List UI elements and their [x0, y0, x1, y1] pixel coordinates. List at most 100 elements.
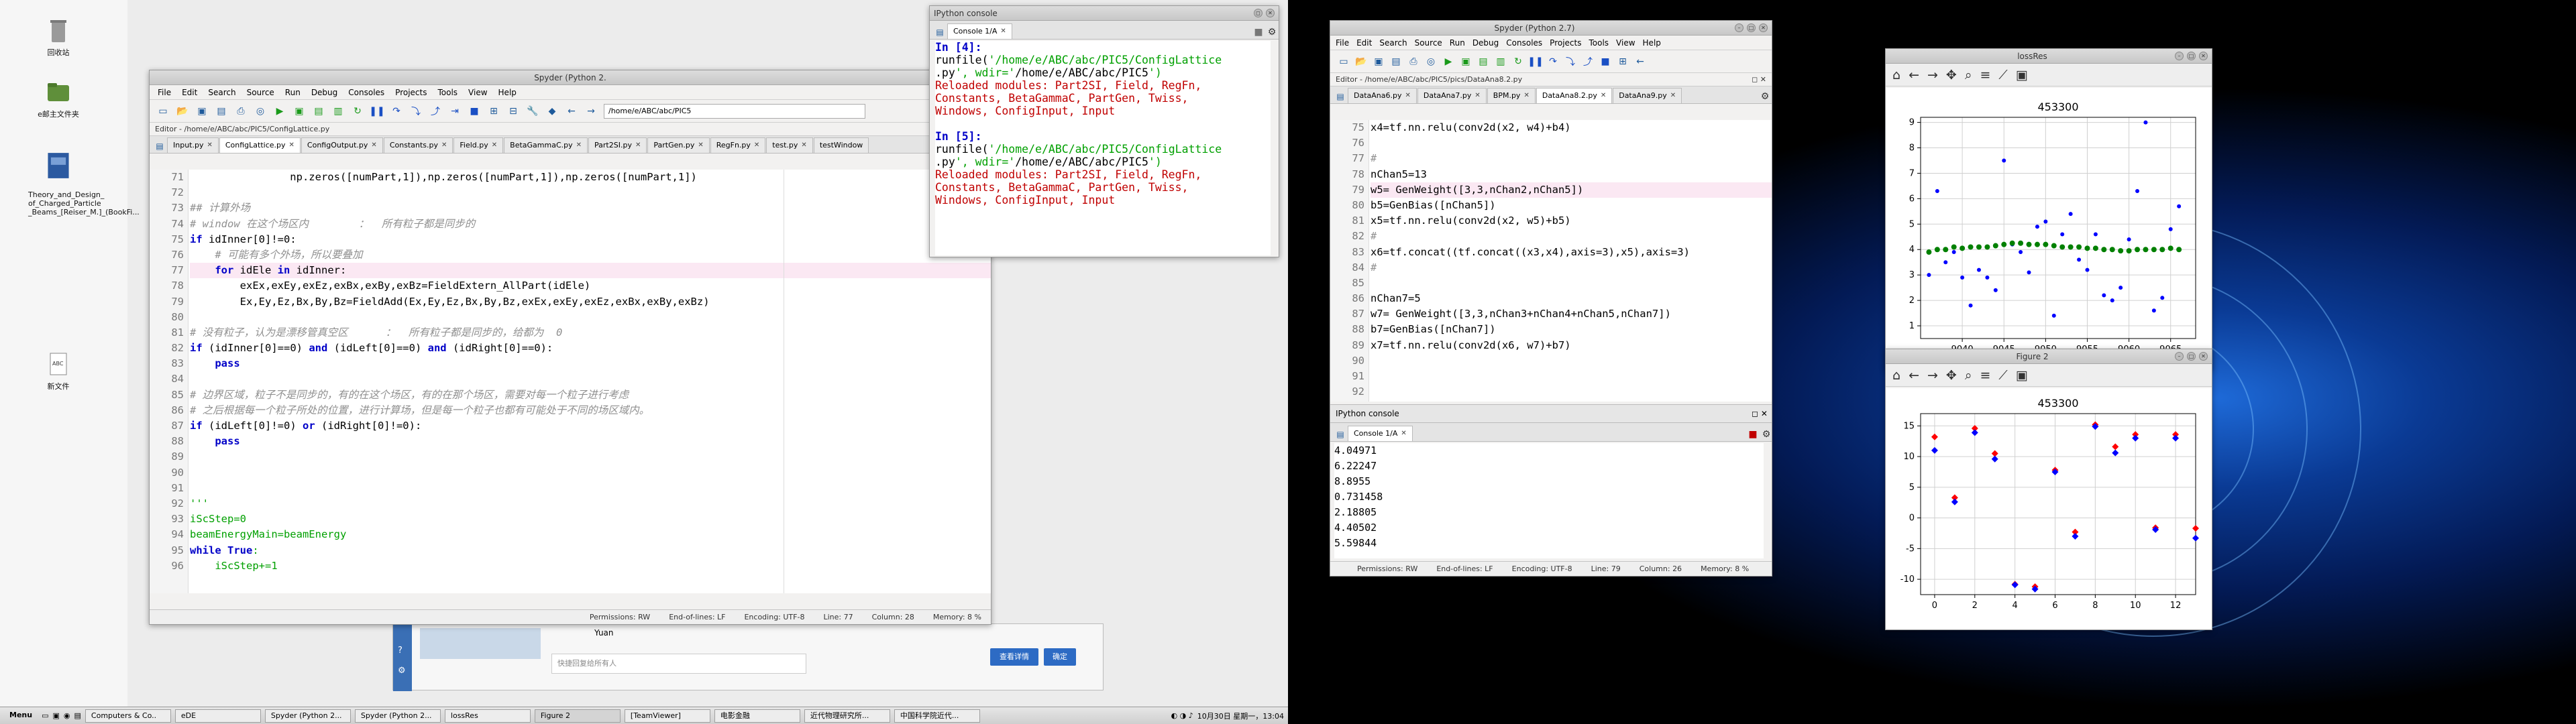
tools-icon[interactable]: 🔧 — [526, 105, 539, 118]
menu-help[interactable]: Help — [498, 88, 517, 97]
view-details-button[interactable]: 查看详情 — [990, 648, 1038, 666]
menu-consoles[interactable]: Consoles — [348, 88, 384, 97]
maximize-icon[interactable]: □ — [1747, 23, 1756, 32]
close-icon[interactable]: ✕ — [801, 138, 806, 153]
tab-configlattice[interactable]: ConfigLattice.py ✕ — [219, 137, 301, 153]
menu-view[interactable]: View — [1616, 38, 1635, 48]
close-icon[interactable]: ✕ — [289, 138, 294, 153]
browser-icon[interactable]: ◉ — [64, 711, 70, 720]
menu-tools[interactable]: Tools — [437, 88, 458, 97]
task-teamviewer[interactable]: [TeamViewer] — [624, 709, 710, 723]
tab-dataana6[interactable]: DataAna6.py ✕ — [1348, 88, 1417, 103]
tab-test[interactable]: test.py ✕ — [766, 137, 813, 153]
close-icon[interactable]: ✕ — [1759, 23, 1768, 32]
tray-icons[interactable]: ◐ ◑ ♪ — [1171, 711, 1193, 720]
run-icon[interactable]: ▶ — [273, 105, 286, 118]
task-browser-1[interactable]: 近代物理研究所... — [804, 709, 890, 723]
maximize-icon[interactable]: □ — [2187, 52, 2196, 60]
task-ede[interactable]: eDE — [174, 709, 261, 723]
browse-tabs-icon[interactable]: ▤ — [1333, 90, 1348, 103]
new-file-icon[interactable]: ▭ — [1337, 55, 1350, 68]
pan-icon[interactable]: ✥ — [1946, 68, 1957, 82]
rerun-icon[interactable]: ↻ — [351, 105, 364, 118]
title-bar[interactable]: Spyder (Python 2.7) – □ ✕ — [1330, 21, 1772, 36]
save-figure-icon[interactable]: ▣ — [2016, 368, 2028, 383]
menu-debug[interactable]: Debug — [311, 88, 337, 97]
task-browser-2[interactable]: 中国科学院近代... — [894, 709, 980, 723]
close-icon[interactable]: ✕ — [1000, 24, 1006, 39]
desktop-icon-home-folder[interactable]: e邮主文件夹 — [28, 71, 89, 119]
step-return-icon[interactable]: ⤴ — [429, 105, 442, 118]
tab-console-1a[interactable]: Console 1/A ✕ — [1348, 426, 1413, 441]
help-icon[interactable]: ? — [398, 646, 402, 656]
close-icon[interactable]: ✕ — [441, 138, 447, 153]
tab-bpm[interactable]: BPM.py ✕ — [1487, 88, 1536, 103]
stop-kernel-icon[interactable]: ■ — [1746, 428, 1760, 441]
task-lossres[interactable]: lossRes — [444, 709, 531, 723]
preferences-icon[interactable]: ◎ — [1424, 55, 1438, 68]
task-chat[interactable]: 电影金融 — [714, 709, 800, 723]
chart-lossres[interactable]: 453300904090459050905590609065123456789 — [1886, 88, 2212, 369]
options-gear-icon[interactable]: ⚙ — [1760, 428, 1772, 441]
show-desktop-icon[interactable]: ▭ — [42, 711, 48, 720]
tab-regfn[interactable]: RegFn.py ✕ — [710, 137, 766, 153]
tab-partgen[interactable]: PartGen.py ✕ — [647, 137, 710, 153]
pan-icon[interactable]: ✥ — [1946, 368, 1957, 383]
tab-constants[interactable]: Constants.py ✕ — [383, 137, 453, 153]
menu-projects[interactable]: Projects — [395, 88, 427, 97]
menu-consoles[interactable]: Consoles — [1506, 38, 1542, 48]
stop-debug-icon[interactable]: ■ — [1599, 55, 1612, 68]
options-gear-icon[interactable]: ⚙ — [1758, 90, 1772, 103]
task-figure2[interactable]: Figure 2 — [534, 709, 621, 723]
back-arrow-icon[interactable]: ← — [1909, 68, 1919, 82]
run-cell-icon[interactable]: ▣ — [292, 105, 306, 118]
back-icon[interactable]: ← — [565, 105, 578, 118]
working-directory-input[interactable]: /home/e/ABC/abc/PIC5 — [604, 103, 865, 119]
close-icon[interactable]: ✕ — [1601, 88, 1606, 103]
tab-field[interactable]: Field.py ✕ — [453, 137, 504, 153]
debug-icon[interactable]: ❚❚ — [1527, 55, 1543, 68]
edit-axes-icon[interactable]: ⟋ — [1998, 68, 2007, 82]
zoom-icon[interactable]: ⌕ — [1965, 68, 1972, 82]
terminal-icon[interactable]: ▣ — [52, 711, 59, 720]
tab-input[interactable]: Input.py ✕ — [167, 137, 219, 153]
close-icon[interactable]: ✕ — [635, 138, 641, 153]
maximize-pane-icon[interactable]: ⊞ — [1616, 55, 1629, 68]
close-icon[interactable]: ✕ — [2199, 52, 2208, 60]
task-spyder-1[interactable]: Spyder (Python 2... — [264, 709, 351, 723]
float-icon[interactable]: ◻ — [1254, 9, 1263, 17]
chart-figure2[interactable]: 453300 0 2 4 6 8 10 12 -10 -5 0 5 10 15 — [1886, 388, 2212, 629]
clock[interactable]: 10月30日 星期一，13:04 — [1197, 711, 1284, 721]
stop-kernel-icon[interactable]: ■ — [1252, 25, 1265, 39]
save-all-icon[interactable]: ▤ — [1389, 55, 1403, 68]
step-icon[interactable]: ↷ — [390, 105, 403, 118]
task-spyder-2[interactable]: Spyder (Python 2... — [354, 709, 441, 723]
back-icon[interactable]: ← — [1633, 55, 1647, 68]
step-into-icon[interactable]: ⤵ — [409, 105, 423, 118]
desktop-icon-new-file[interactable]: ABC 新文件 — [28, 343, 89, 391]
tab-dataana9[interactable]: DataAna9.py ✕ — [1613, 88, 1682, 103]
run-selection-icon[interactable]: ▥ — [1494, 55, 1507, 68]
menu-file[interactable]: File — [158, 88, 171, 97]
menu-search[interactable]: Search — [1379, 38, 1407, 48]
close-icon[interactable]: ✕ — [492, 138, 497, 153]
forward-icon[interactable]: → — [584, 105, 598, 118]
preferences-icon[interactable]: ◎ — [254, 105, 267, 118]
edit-axes-icon[interactable]: ⟋ — [1998, 368, 2007, 383]
forward-arrow-icon[interactable]: → — [1927, 368, 1938, 383]
options-gear-icon[interactable]: ⚙ — [1265, 25, 1279, 39]
console-output[interactable]: 4.04971 6.22247 8.8955 0.731458 2.18805 4.405… — [1334, 443, 1764, 558]
rerun-icon[interactable]: ↻ — [1511, 55, 1525, 68]
console-output[interactable]: In [4]: runfile('/home/e/ABC/abc/PIC5/Con… — [935, 41, 1271, 255]
save-icon[interactable]: ▣ — [195, 105, 209, 118]
run-icon[interactable]: ▶ — [1442, 55, 1455, 68]
step-into-icon[interactable]: ⤵ — [1564, 55, 1577, 68]
run-selection-icon[interactable]: ▥ — [331, 105, 345, 118]
desktop-icon-pdf[interactable]: Theory_and_Design_ of_Charged_Particle _… — [28, 137, 140, 217]
menu-source[interactable]: Source — [1415, 38, 1442, 48]
close-icon[interactable]: ✕ — [1405, 88, 1411, 103]
settings-icon[interactable]: ⚙ — [398, 666, 406, 676]
fullscreen-icon[interactable]: ⊟ — [506, 105, 520, 118]
close-icon[interactable]: ✕ — [1401, 426, 1406, 441]
browse-tabs-icon[interactable]: ▤ — [932, 25, 947, 39]
